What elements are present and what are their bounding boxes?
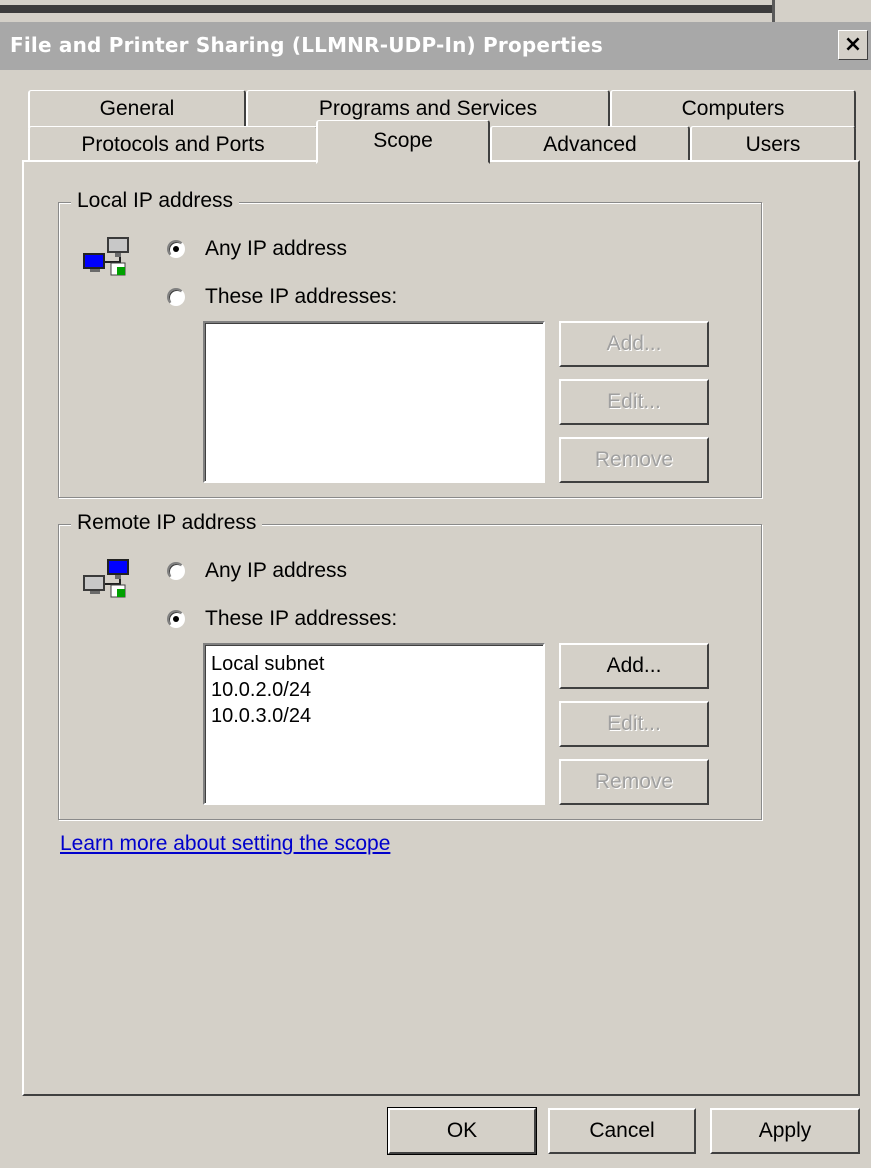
tab-scope[interactable]: Scope <box>316 120 490 164</box>
remote-these-ip-option[interactable]: These IP addresses: <box>167 607 397 631</box>
local-any-ip-label: Any IP address <box>205 237 348 260</box>
title-bar[interactable]: File and Printer Sharing (LLMNR-UDP-In) … <box>0 22 871 70</box>
local-these-ip-radio[interactable] <box>167 288 185 306</box>
local-ip-legend: Local IP address <box>71 189 240 213</box>
background-window-strip <box>0 0 871 22</box>
local-any-ip-option[interactable]: Any IP address <box>167 237 347 261</box>
local-these-ip-label: These IP addresses: <box>205 285 398 308</box>
tab-label: Programs and Services <box>318 97 538 120</box>
remote-remove-button[interactable]: Remove <box>559 759 709 805</box>
list-item[interactable]: 10.0.2.0/24 <box>211 677 537 703</box>
local-add-button[interactable]: Add... <box>559 321 709 367</box>
list-item[interactable]: Local subnet <box>211 651 537 677</box>
tab-label: Computers <box>681 97 785 120</box>
tab-computers[interactable]: Computers <box>610 90 856 128</box>
tab-general[interactable]: General <box>28 90 246 128</box>
local-ip-listbox[interactable] <box>203 321 545 483</box>
local-edit-button[interactable]: Edit... <box>559 379 709 425</box>
tab-label: Advanced <box>543 133 637 156</box>
close-button[interactable]: × <box>838 30 868 60</box>
tab-users[interactable]: Users <box>690 126 856 162</box>
tab-label: General <box>99 97 175 120</box>
ok-button[interactable]: OK <box>387 1107 537 1155</box>
tab-protocols-and-ports[interactable]: Protocols and Ports <box>28 126 318 162</box>
tab-label: Users <box>745 133 801 156</box>
local-any-ip-radio[interactable] <box>167 240 185 258</box>
local-remove-button[interactable]: Remove <box>559 437 709 483</box>
local-ip-group: Local IP address Any IP address These IP… <box>58 189 762 498</box>
remote-ip-listbox[interactable]: Local subnet 10.0.2.0/24 10.0.3.0/24 <box>203 643 545 805</box>
network-computers-icon <box>83 237 129 276</box>
remote-any-ip-radio[interactable] <box>167 562 185 580</box>
local-these-ip-option[interactable]: These IP addresses: <box>167 285 397 309</box>
remote-these-ip-label: These IP addresses: <box>205 607 398 630</box>
remote-add-button[interactable]: Add... <box>559 643 709 689</box>
remote-these-ip-radio[interactable] <box>167 610 185 628</box>
background-window-edge <box>0 5 772 13</box>
window-title: File and Printer Sharing (LLMNR-UDP-In) … <box>10 33 603 57</box>
remote-edit-button[interactable]: Edit... <box>559 701 709 747</box>
remote-any-ip-label: Any IP address <box>205 559 348 582</box>
remote-any-ip-option[interactable]: Any IP address <box>167 559 347 583</box>
cancel-button[interactable]: Cancel <box>548 1108 696 1154</box>
scope-tab-panel: Local IP address Any IP address These IP… <box>22 160 860 1096</box>
list-item[interactable]: 10.0.3.0/24 <box>211 703 537 729</box>
tab-label: Protocols and Ports <box>81 133 265 156</box>
learn-more-scope-link[interactable]: Learn more about setting the scope <box>60 832 390 856</box>
background-window-divider <box>772 0 775 22</box>
network-computers-icon <box>83 559 129 598</box>
tab-advanced[interactable]: Advanced <box>490 126 690 162</box>
tab-label: Scope <box>373 129 433 152</box>
apply-button[interactable]: Apply <box>710 1108 860 1154</box>
remote-ip-group: Remote IP address Any IP address These I… <box>58 511 762 820</box>
remote-ip-legend: Remote IP address <box>71 511 263 535</box>
